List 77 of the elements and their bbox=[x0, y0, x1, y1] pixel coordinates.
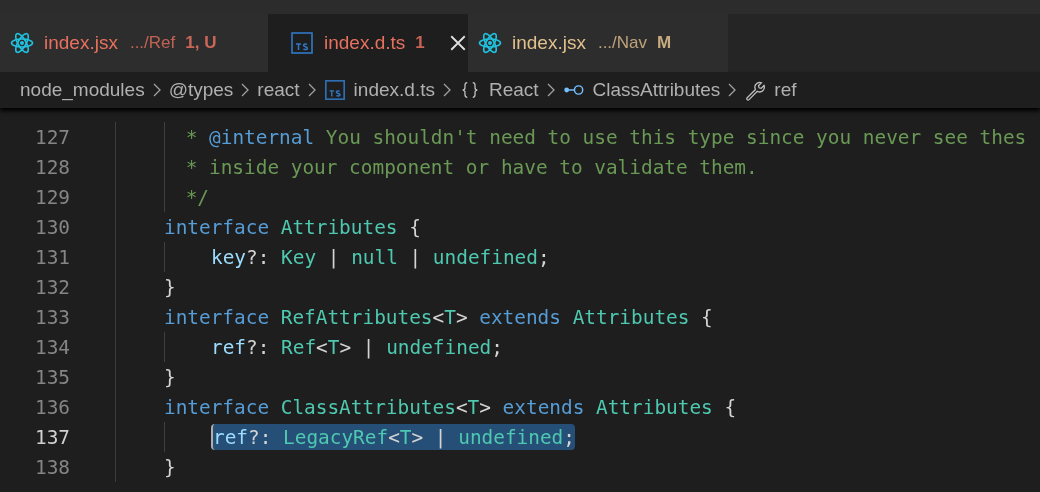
editor-tab[interactable]: index.jsx .../Ref 1, U bbox=[0, 14, 268, 72]
breadcrumb-item[interactable]: ref bbox=[774, 79, 797, 101]
code-token: extends bbox=[502, 395, 586, 419]
code-token: interface bbox=[164, 305, 271, 329]
code-token: ?: bbox=[246, 245, 271, 269]
code-token: < bbox=[455, 395, 468, 419]
code-token: null bbox=[351, 245, 398, 269]
code-token: | bbox=[408, 245, 423, 269]
code-token: undefined bbox=[432, 245, 538, 269]
editor-tab[interactable]: index.jsx .../Nav M bbox=[468, 14, 728, 72]
line-number: 127 bbox=[33, 125, 70, 149]
breadcrumb-item[interactable]: node_modules bbox=[20, 79, 145, 101]
code-token: } bbox=[164, 455, 176, 479]
code-token: T bbox=[467, 395, 480, 419]
line-number: 130 bbox=[33, 215, 70, 239]
code-token: T bbox=[327, 335, 340, 359]
editor-tab[interactable]: index.d.ts 1 bbox=[268, 14, 468, 72]
code-token: RefAttributes bbox=[280, 305, 433, 329]
code-token: Attributes bbox=[280, 215, 398, 239]
breadcrumb-item[interactable]: @types bbox=[168, 79, 234, 101]
code-token: ref bbox=[211, 335, 247, 359]
code-token: < bbox=[316, 335, 328, 359]
line-number: 134 bbox=[33, 335, 70, 359]
chevron-right-icon bbox=[727, 83, 738, 97]
wrench-icon bbox=[744, 79, 767, 101]
line-number: 132 bbox=[33, 275, 70, 299]
breadcrumb-item[interactable]: React bbox=[488, 79, 539, 101]
code-token: Attributes bbox=[572, 305, 690, 329]
code-token: undefined bbox=[386, 335, 492, 359]
code-token: Key bbox=[281, 245, 317, 269]
code-token: key bbox=[211, 245, 247, 269]
typescript-file-icon bbox=[290, 31, 314, 55]
line-number: 136 bbox=[33, 395, 70, 419]
line-number: 131 bbox=[33, 245, 70, 269]
chevron-right-icon bbox=[441, 83, 452, 97]
line-number: 133 bbox=[33, 305, 70, 329]
code-token: */ bbox=[184, 185, 210, 209]
line-number: 137 bbox=[33, 425, 70, 449]
code-token: Ref bbox=[281, 335, 317, 359]
code-token: interface bbox=[164, 395, 271, 419]
atom-icon bbox=[478, 31, 502, 55]
typescript-file-icon bbox=[323, 79, 346, 101]
code-token: * inside your component or have to validate them. bbox=[184, 155, 758, 179]
chevron-right-icon bbox=[240, 83, 251, 97]
chevron-right-icon bbox=[151, 83, 162, 97]
breadcrumb-item[interactable]: index.d.ts bbox=[353, 79, 435, 101]
close-icon bbox=[448, 34, 467, 52]
line-number: 135 bbox=[33, 365, 70, 389]
code-token: > | bbox=[339, 335, 376, 359]
code-token: { bbox=[408, 215, 421, 239]
code-token: Attributes bbox=[596, 395, 713, 419]
code-token: @internal bbox=[209, 125, 315, 149]
code-token: } bbox=[164, 275, 176, 299]
chevron-right-icon bbox=[306, 83, 317, 97]
code-token: extends bbox=[479, 305, 562, 329]
line-number: 138 bbox=[33, 455, 70, 479]
code-token: T bbox=[444, 305, 456, 329]
code-token: } bbox=[164, 365, 176, 389]
chevron-right-icon bbox=[545, 83, 556, 97]
code-token: * bbox=[184, 125, 199, 149]
code-token: interface bbox=[164, 215, 271, 239]
line-number: 129 bbox=[33, 185, 70, 209]
code-token: ; bbox=[491, 335, 503, 359]
code-token: > bbox=[479, 395, 492, 419]
breadcrumb-item[interactable]: ClassAttributes bbox=[592, 79, 721, 101]
code-token: ; bbox=[537, 245, 550, 269]
atom-icon bbox=[10, 31, 34, 55]
code-token: > bbox=[455, 305, 469, 329]
code-token: ?: bbox=[246, 335, 271, 359]
code-token: { bbox=[723, 395, 737, 419]
code-token: < bbox=[432, 305, 445, 329]
breadcrumb-item[interactable]: react bbox=[257, 79, 300, 101]
code-token: | bbox=[326, 245, 341, 269]
code-token: ClassAttributes bbox=[280, 395, 456, 419]
code-token: You shouldn't need to use this type since you never see thes bbox=[324, 125, 1027, 149]
code-token: { bbox=[700, 305, 713, 329]
line-number: 128 bbox=[33, 155, 70, 179]
